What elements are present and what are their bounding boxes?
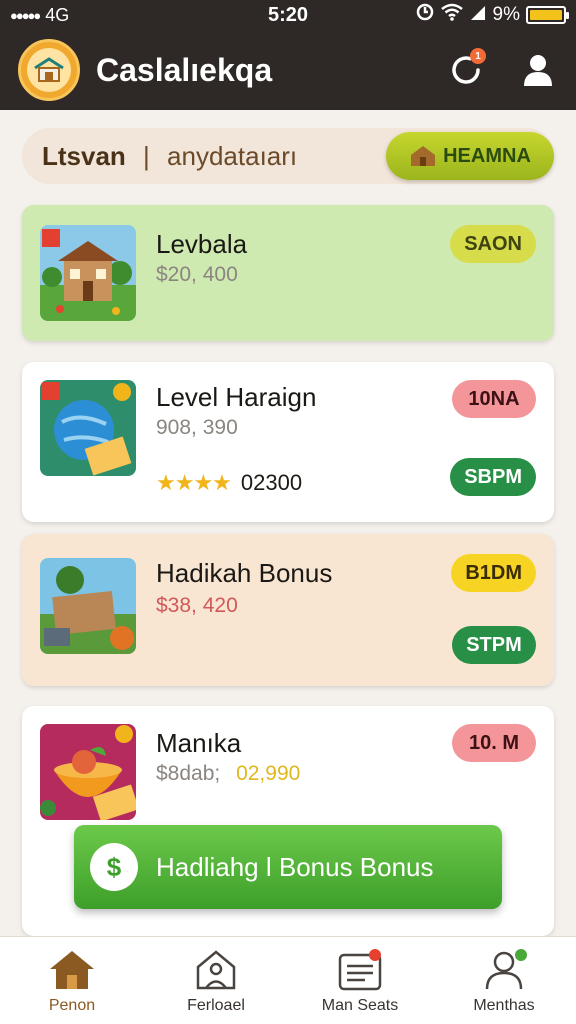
profile-button[interactable] (518, 50, 558, 90)
tab-man-seats[interactable]: Man Seats (288, 937, 432, 1024)
globe-illustration (40, 380, 136, 476)
status-badge: 10NA (452, 380, 536, 418)
card-price: 908, 390 (156, 416, 238, 439)
house-outline-icon (191, 947, 241, 993)
fruit-bowl-illustration (40, 724, 136, 820)
house-icon (411, 146, 436, 166)
star-rating-icon: ★★★★ (156, 470, 232, 495)
home-icon (47, 947, 97, 993)
house-icon (34, 57, 64, 82)
card-title: Hadikah Bonus (156, 558, 333, 588)
rating-value: 02300 (240, 470, 303, 495)
tab-notification-dot (515, 948, 527, 961)
card-price-row: $8dab; 02,990 (156, 762, 300, 786)
card-action-button[interactable]: STPM (452, 626, 536, 664)
clock: 5:20 (267, 3, 309, 26)
bonus-button-label: Hadliahg l Bonus Bonus (156, 851, 434, 882)
app-header: Caslalıekqa 1 (0, 30, 576, 110)
tab-ferloael[interactable]: Ferloael (144, 937, 288, 1024)
notifications-button[interactable]: 1 (446, 48, 486, 90)
status-badge: 10. M (452, 724, 536, 762)
notification-count-badge: 1 (470, 48, 486, 64)
filter-separator: | (143, 140, 150, 171)
card-price: 02,990 (236, 762, 301, 785)
premium-button[interactable]: HEAMNA (386, 132, 554, 180)
list-icon (335, 947, 385, 993)
tab-label: Man Seats (321, 996, 399, 1014)
filter-label-primary: Ltsvan (42, 140, 126, 171)
listing-card[interactable]: Level Haraign 908, 390 ★★★★ 02300 10NA S… (22, 362, 554, 522)
dollar-bag-icon: $ (90, 843, 138, 891)
house-illustration (40, 225, 136, 321)
bonus-button[interactable]: $ Hadliahg l Bonus Bonus (74, 825, 502, 909)
tab-label: Penon (48, 996, 96, 1014)
app-logo[interactable] (18, 39, 80, 101)
rating: ★★★★ 02300 (156, 470, 302, 496)
tab-home[interactable]: Penon (0, 937, 144, 1024)
card-title: Level Haraign (156, 382, 317, 412)
chest-illustration (40, 558, 136, 654)
card-title: Levbala (156, 229, 248, 259)
tab-label: Menthas (473, 996, 535, 1014)
listing-card[interactable]: Hadikah Bonus $38, 420 B1DM STPM (22, 534, 554, 686)
card-title: Manıka (156, 728, 242, 758)
filter-label[interactable]: Ltsvan | anydataıarı (42, 141, 297, 172)
person-icon (479, 947, 529, 993)
card-price-prefix: $8dab; (156, 762, 221, 785)
tab-label: Ferloael (187, 996, 245, 1014)
card-price: $20, 400 (156, 263, 238, 286)
status-badge: B1DM (451, 554, 536, 592)
premium-label: HEAMNA (443, 144, 531, 167)
filter-bar: Ltsvan | anydataıarı HEAMNA (22, 128, 554, 184)
card-price: $38, 420 (156, 594, 238, 617)
status-bar: ●●●●● 4G 5:20 9% (0, 0, 576, 30)
bottom-tab-bar: Penon Ferloael Man Seats Menthas (0, 936, 576, 1024)
status-badge: SAON (450, 225, 536, 263)
app-title: Caslalıekqa (96, 51, 273, 88)
user-icon (524, 55, 552, 86)
card-action-button[interactable]: SBPM (450, 458, 536, 496)
tab-notification-dot (369, 948, 381, 961)
listing-card[interactable]: Levbala $20, 400 SAON (22, 205, 554, 341)
tab-menthas[interactable]: Menthas (432, 937, 576, 1024)
filter-label-secondary: anydataıarı (167, 140, 298, 171)
battery-icon (526, 6, 569, 24)
